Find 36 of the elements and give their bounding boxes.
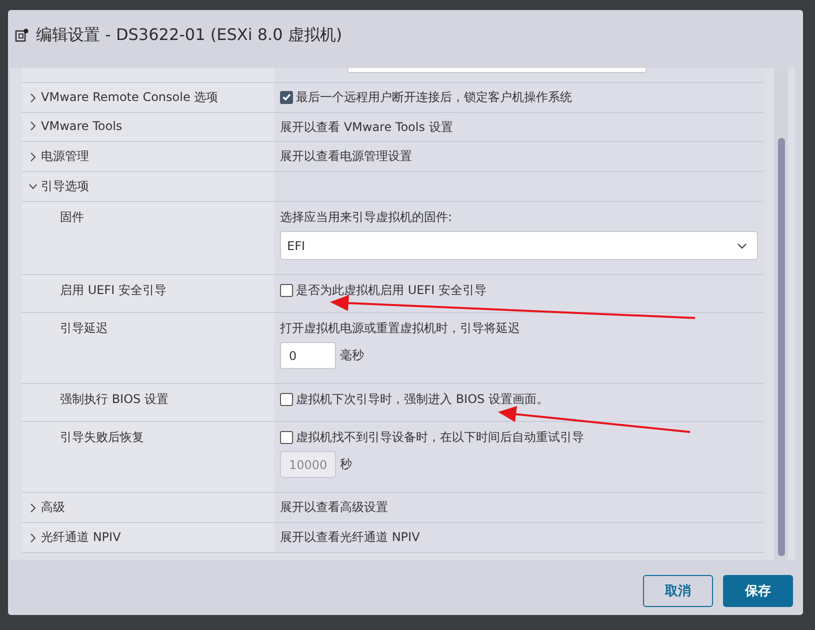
unit-label: 秒 xyxy=(340,456,352,473)
firmware-select[interactable]: EFI xyxy=(280,231,758,260)
dropdown-caret-icon xyxy=(737,242,747,248)
section-label: VMware Remote Console 选项 xyxy=(41,89,218,106)
scrollbar-thumb[interactable] xyxy=(778,138,785,556)
section-label: 引导选项 xyxy=(41,178,89,195)
window-title: 编辑设置 - DS3622-01 (ESXi 8.0 虚拟机) xyxy=(36,24,342,46)
checkbox[interactable] xyxy=(280,392,293,406)
checkbox[interactable] xyxy=(280,430,293,444)
section-label: 光纤通道 NPIV xyxy=(41,529,121,546)
checkbox-label: 最后一个远程用户断开连接后，锁定客户机操作系统 xyxy=(296,89,572,105)
option-label: 引导失败后恢复 xyxy=(60,430,144,444)
section-label: 高级 xyxy=(41,499,65,516)
setting-description: 展开以查看 VMware Tools 设置 xyxy=(280,119,454,135)
section-label: VMware Tools xyxy=(41,119,122,133)
window-icon xyxy=(15,28,29,42)
checkbox-label: 虚拟机找不到引导设备时，在以下时间后自动重试引导 xyxy=(296,429,584,445)
checkbox[interactable] xyxy=(280,90,293,104)
option-label: 强制执行 BIOS 设置 xyxy=(60,392,168,406)
select-field[interactable] xyxy=(347,68,647,73)
unit-label: 毫秒 xyxy=(340,347,364,364)
section-label: 电源管理 xyxy=(41,148,89,165)
setting-description: 打开虚拟机电源或重置虚拟机时，引导将延迟 xyxy=(280,320,521,336)
dialog-button[interactable]: 保存 xyxy=(723,574,793,606)
option-label: 固件 xyxy=(60,210,84,224)
setting-description: 展开以查看高级设置 xyxy=(280,499,389,515)
number-field[interactable]: 0 xyxy=(280,342,336,369)
option-label: 启用 UEFI 安全引导 xyxy=(60,283,166,297)
checkbox[interactable] xyxy=(280,284,293,296)
checkbox-label: 是否为此虚拟机启用 UEFI 安全引导 xyxy=(296,282,486,298)
setting-description: 展开以查看电源管理设置 xyxy=(280,148,413,164)
option-label: 引导延迟 xyxy=(60,321,108,335)
dialog-button[interactable]: 取消 xyxy=(643,574,713,606)
setting-description: 展开以查看光纤通道 NPIV xyxy=(280,529,421,545)
checkbox-label: 虚拟机下次引导时，强制进入 BIOS 设置画面。 xyxy=(296,391,548,407)
setting-description: 选择应当用来引导虚拟机的固件: xyxy=(280,209,454,225)
